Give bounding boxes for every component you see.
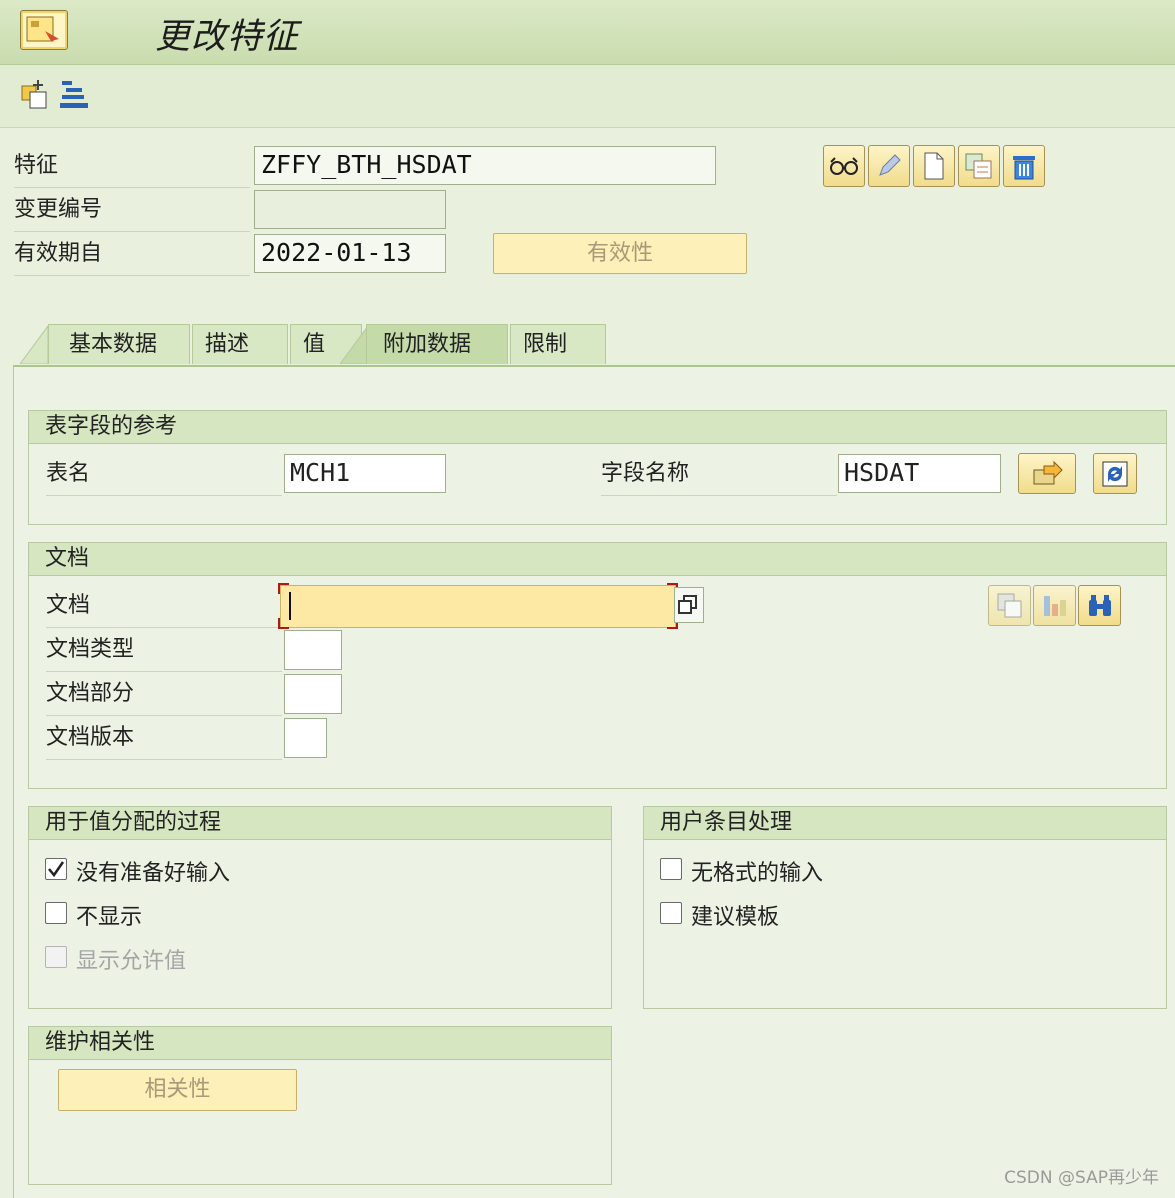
change-number-label: 变更编号 — [14, 189, 250, 232]
document-part-label: 文档部分 — [46, 673, 282, 716]
tab-additional-data[interactable]: 附加数据 — [366, 324, 508, 364]
document-copy-icon[interactable] — [988, 585, 1031, 626]
copy-object-icon[interactable] — [958, 145, 1000, 187]
other-object-icon[interactable] — [20, 78, 52, 110]
find-binoculars-icon[interactable] — [1078, 585, 1121, 626]
tab-scroll-left — [19, 324, 49, 365]
goto-field-icon[interactable] — [1018, 453, 1076, 494]
field-name-field[interactable]: HSDAT — [838, 454, 1001, 493]
proposed-template-label: 建议模板 — [691, 905, 780, 930]
valid-from-field[interactable]: 2022-01-13 — [254, 234, 446, 273]
hierarchy-icon[interactable] — [58, 78, 90, 110]
document-label: 文档 — [46, 585, 282, 628]
value-help-icon[interactable] — [674, 587, 704, 623]
display-allowed-values-checkbox — [45, 946, 67, 968]
edit-pencil-icon[interactable] — [868, 145, 910, 187]
document-version-label: 文档版本 — [46, 717, 282, 760]
tab-basic-data[interactable]: 基本数据 — [48, 324, 190, 364]
unformatted-input-label: 无格式的输入 — [691, 861, 824, 886]
no-display-label: 不显示 — [76, 905, 143, 930]
unformatted-input-checkbox[interactable] — [660, 858, 682, 880]
field-name-label: 字段名称 — [601, 453, 837, 496]
tab-description[interactable]: 描述 — [192, 324, 288, 364]
toolbar — [0, 65, 1175, 128]
table-name-field[interactable]: MCH1 — [284, 454, 446, 493]
characteristic-field[interactable]: ZFFY_BTH_HSDAT — [254, 146, 716, 185]
document-type-label: 文档类型 — [46, 629, 282, 672]
table-name-label: 表名 — [46, 453, 282, 496]
tab-restrictions[interactable]: 限制 — [510, 324, 606, 364]
refresh-icon[interactable] — [1093, 453, 1137, 494]
delete-trash-icon[interactable] — [1003, 145, 1045, 187]
dependencies-button[interactable]: 相关性 — [58, 1069, 297, 1111]
page-title: 更改特征 — [155, 17, 300, 57]
no-display-checkbox[interactable] — [45, 902, 67, 924]
app-icon — [20, 10, 68, 50]
validity-button[interactable]: 有效性 — [493, 233, 747, 274]
focus-brackets — [277, 582, 679, 630]
document-structure-icon[interactable] — [1033, 585, 1076, 626]
document-version-field[interactable] — [284, 718, 327, 758]
valid-from-label: 有效期自 — [14, 233, 250, 276]
not-ready-for-input-label: 没有准备好输入 — [76, 861, 231, 886]
display-glasses-icon[interactable] — [823, 145, 865, 187]
proposed-template-checkbox[interactable] — [660, 902, 682, 924]
value-assignment-title: 用于值分配的过程 — [29, 807, 611, 840]
document-type-field[interactable] — [284, 630, 342, 670]
not-ready-for-input-checkbox[interactable] — [45, 858, 67, 880]
document-part-field[interactable] — [284, 674, 342, 714]
user-entry-title: 用户条目处理 — [644, 807, 1166, 840]
change-number-field[interactable] — [254, 190, 446, 229]
tab-active-edge — [339, 324, 369, 365]
watermark: CSDN @SAP再少年 — [1004, 1168, 1159, 1188]
create-document-icon[interactable] — [913, 145, 955, 187]
characteristic-label: 特征 — [14, 145, 250, 188]
dependencies-title: 维护相关性 — [29, 1027, 611, 1060]
document-title: 文档 — [29, 543, 1166, 576]
table-ref-title: 表字段的参考 — [29, 411, 1166, 444]
display-allowed-values-label: 显示允许值 — [76, 949, 187, 974]
